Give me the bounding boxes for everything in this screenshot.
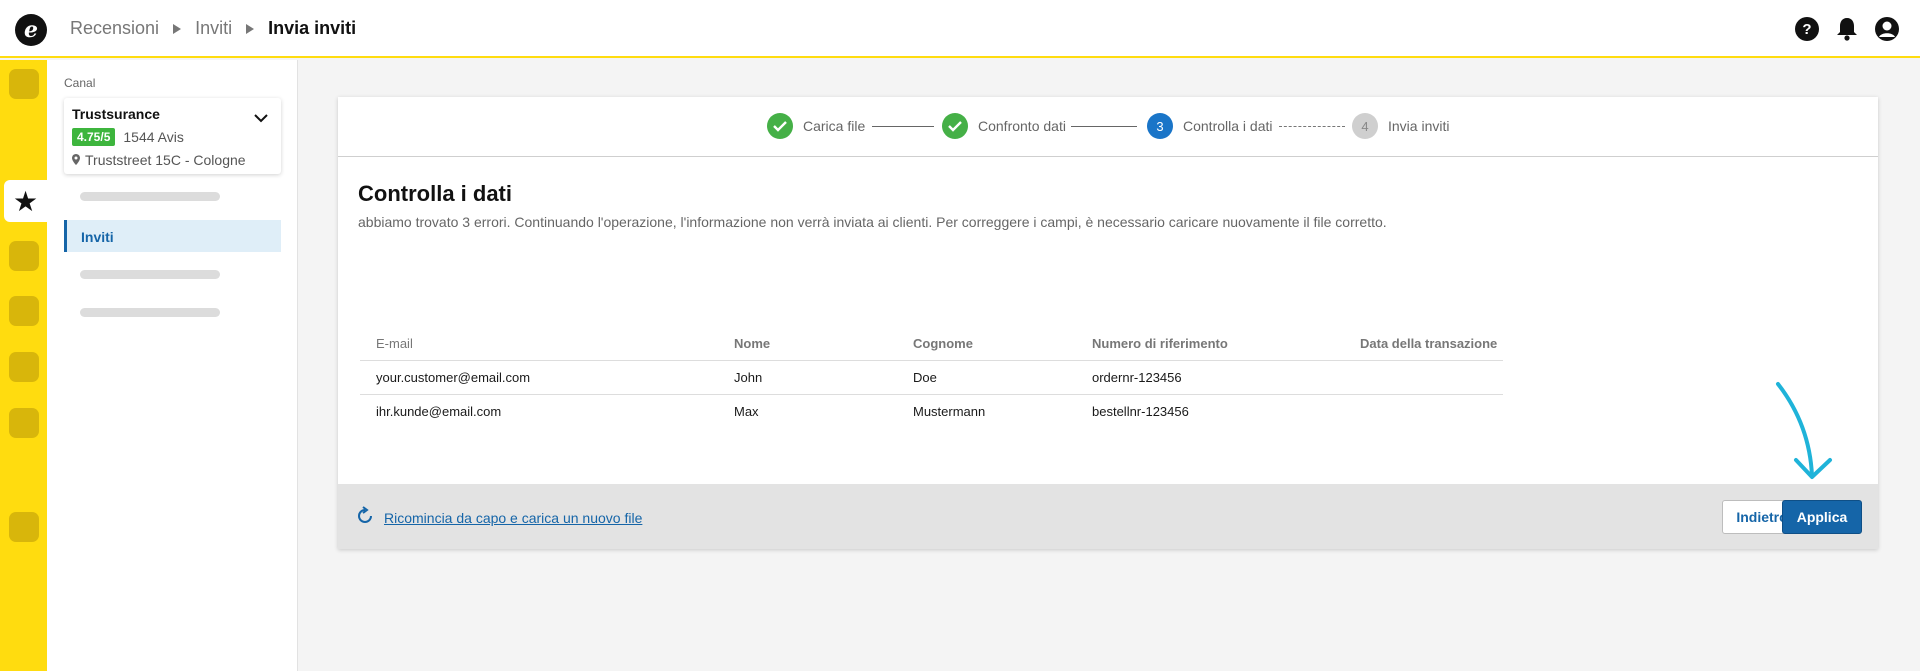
rail-item[interactable] (9, 241, 39, 271)
step-connector (1071, 126, 1137, 127)
column-header-email: E-mail (360, 327, 718, 361)
breadcrumb: Recensioni Inviti Invia inviti (70, 18, 356, 39)
step-compare-data: Confronto dati (942, 113, 1066, 139)
nav-placeholder (80, 270, 220, 279)
channel-label: Canal (64, 76, 96, 90)
breadcrumb-invites[interactable]: Inviti (195, 18, 232, 39)
action-footer: Ricomincia da capo e carica un nuovo fil… (338, 484, 1878, 549)
channel-name: Trustsurance (72, 106, 160, 122)
restart-link[interactable]: Ricomincia da capo e carica un nuovo fil… (355, 506, 642, 529)
restart-link-label: Ricomincia da capo e carica un nuovo fil… (384, 509, 643, 526)
column-header-first-name: Nome (718, 327, 897, 361)
top-icons: ? (1794, 16, 1900, 42)
step-number: 3 (1147, 113, 1173, 139)
page-title: Controlla i dati (358, 181, 512, 206)
address-row: Truststreet 15C - Cologne (72, 152, 273, 168)
rating-row: 4.75/5 1544 Avis (72, 128, 273, 146)
step-connector (872, 126, 934, 127)
breadcrumb-separator-icon (246, 23, 255, 34)
cell-last-name: Doe (897, 360, 1076, 395)
step-label: Controlla i dati (1183, 118, 1273, 134)
breadcrumb-reviews[interactable]: Recensioni (70, 18, 159, 39)
rail-item[interactable] (9, 69, 39, 99)
svg-text:?: ? (1802, 21, 1811, 38)
nav-placeholder (80, 192, 220, 201)
breadcrumb-current: Invia inviti (268, 18, 357, 38)
cell-transaction-date (1344, 394, 1503, 428)
logo-icon[interactable]: e (15, 14, 47, 46)
rail-item[interactable] (9, 512, 39, 542)
table-header-row: E-mail Nome Cognome Numero di riferiment… (360, 327, 1503, 361)
account-icon[interactable] (1874, 16, 1900, 42)
cell-reference: ordernr-123456 (1076, 360, 1344, 395)
step-label: Confronto dati (978, 118, 1066, 134)
step-upload-file: Carica file (767, 113, 865, 139)
cell-first-name: Max (734, 403, 759, 419)
cell-last-name: Mustermann (913, 403, 986, 419)
review-count: 1544 Avis (123, 129, 184, 145)
top-bar: e Recensioni Inviti Invia inviti ? (0, 0, 1920, 58)
step-send-invites: 4 Invia inviti (1352, 113, 1449, 139)
rating-badge: 4.75/5 (72, 128, 116, 146)
column-header-last-name: Cognome (897, 327, 1076, 361)
breadcrumb-separator-icon (173, 23, 182, 34)
nav-placeholder (80, 308, 220, 317)
secondary-sidebar: Canal Trustsurance 4.75/5 1544 Avis Trus… (47, 60, 298, 671)
channel-address: Truststreet 15C - Cologne (85, 152, 246, 168)
cell-first-name: John (718, 360, 897, 395)
rail-item[interactable] (9, 408, 39, 438)
refresh-icon (355, 506, 375, 529)
help-icon[interactable]: ? (1794, 16, 1820, 42)
chevron-down-icon[interactable] (253, 110, 269, 128)
column-header-reference: Numero di riferimento (1076, 327, 1344, 361)
cell-email: ihr.kunde@email.com (376, 403, 502, 419)
stepper: Carica file Confronto dati 3 Controlla i… (338, 97, 1878, 157)
check-icon (942, 113, 968, 139)
step-label: Carica file (803, 118, 866, 134)
main-panel: Carica file Confronto dati 3 Controlla i… (338, 97, 1878, 549)
logo-letter: e (24, 17, 38, 43)
table-row: ihr.kunde@email.com Max Mustermann beste… (360, 394, 1503, 428)
step-check-data: 3 Controlla i dati (1147, 113, 1273, 139)
channel-selector[interactable]: Trustsurance 4.75/5 1544 Avis Truststree… (64, 98, 281, 174)
apply-button[interactable]: Applica (1782, 500, 1862, 534)
cell-reference: bestellnr-123456 (1092, 403, 1189, 419)
data-table: E-mail Nome Cognome Numero di riferiment… (360, 327, 1503, 428)
sidebar-item-invites[interactable]: Inviti (64, 220, 281, 252)
check-icon (767, 113, 793, 139)
column-header-transaction-date: Data della transazione (1344, 327, 1503, 361)
annotation-arrow-icon (1770, 380, 1840, 495)
rail-item[interactable] (9, 352, 39, 382)
step-label: Invia inviti (1388, 118, 1450, 134)
table-row: your.customer@email.com John Doe ordernr… (360, 360, 1503, 395)
rail-item[interactable] (9, 296, 39, 326)
bell-icon[interactable] (1834, 16, 1860, 42)
step-connector (1279, 126, 1345, 127)
cell-transaction-date (1344, 360, 1503, 395)
app-rail: ★ (0, 60, 47, 671)
step-number: 4 (1352, 113, 1378, 139)
cell-email: your.customer@email.com (360, 360, 718, 395)
location-pin-icon (72, 152, 80, 168)
error-description: abbiamo trovato 3 errori. Continuando l'… (358, 214, 1387, 230)
